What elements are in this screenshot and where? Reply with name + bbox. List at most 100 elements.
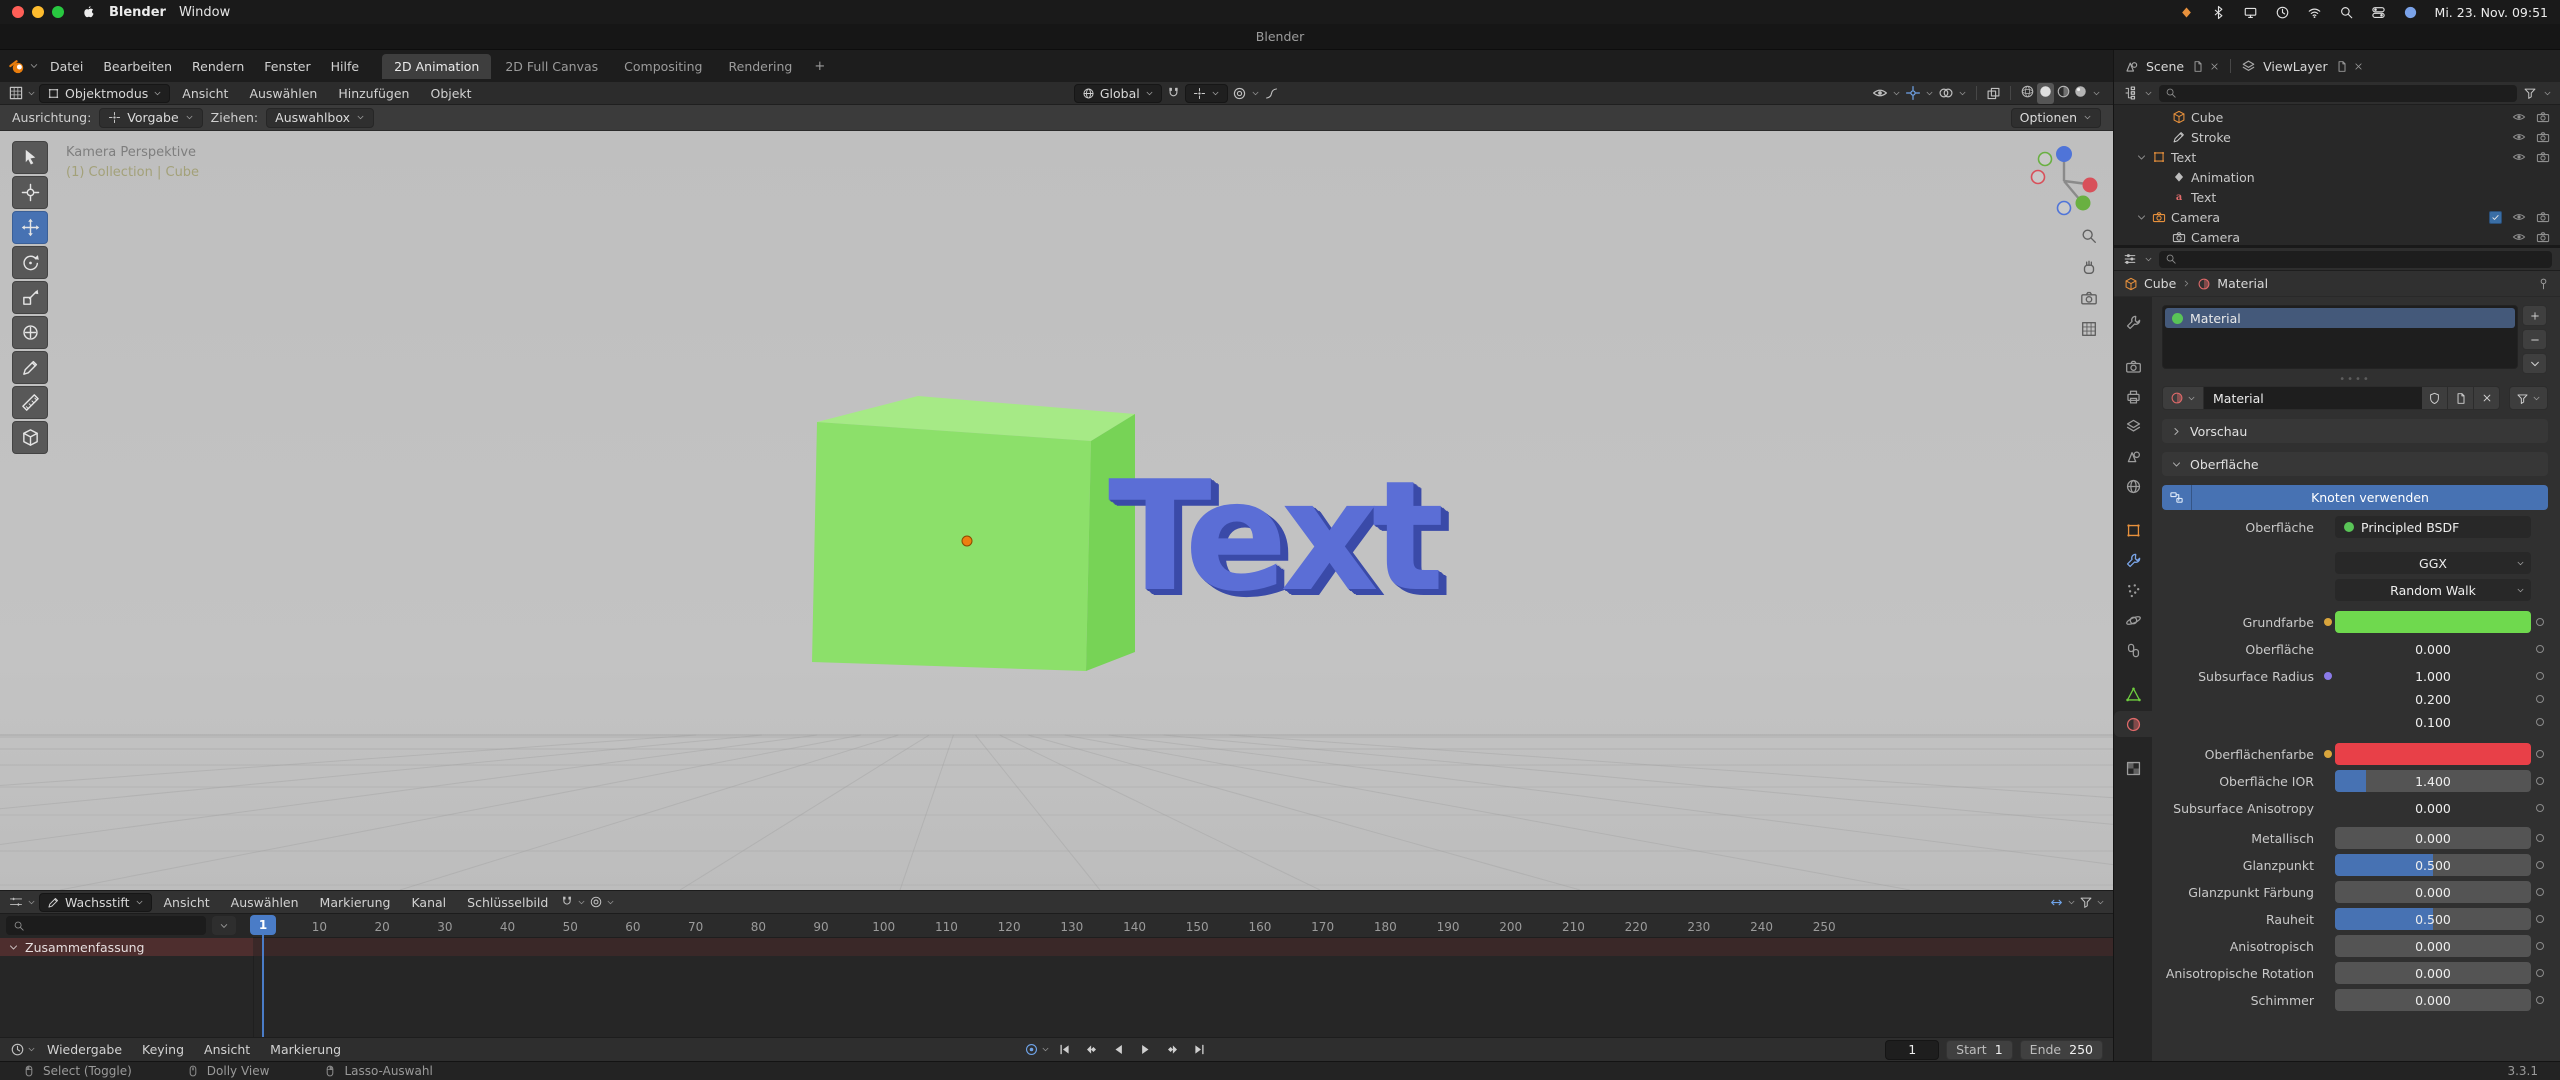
add-cube-tool[interactable] bbox=[12, 421, 48, 454]
dopesheet-area[interactable]: 1020304050607080901001101201301401501601… bbox=[0, 914, 2113, 1037]
window-titlebar[interactable]: Blender bbox=[0, 24, 2560, 50]
shading-solid-button[interactable] bbox=[2037, 83, 2054, 104]
editor-type-button[interactable] bbox=[8, 85, 24, 101]
outliner-item-label[interactable]: Camera bbox=[2191, 230, 2240, 245]
playhead-sync-button[interactable] bbox=[2049, 895, 2064, 910]
bluetooth-icon[interactable] bbox=[2211, 5, 2226, 20]
disable-in-render-toggle[interactable] bbox=[2536, 230, 2550, 244]
display-icon[interactable] bbox=[2243, 5, 2258, 20]
overlays-chevron[interactable] bbox=[1958, 89, 1967, 98]
field-subsurface-radius[interactable]: 1.000 bbox=[2335, 665, 2531, 687]
field-anisotropisch[interactable]: 0.000 bbox=[2335, 935, 2531, 957]
topbar-menu-hilfe[interactable]: Hilfe bbox=[322, 56, 368, 77]
expand-icon[interactable] bbox=[2136, 152, 2147, 163]
disable-in-render-toggle[interactable] bbox=[2536, 150, 2550, 164]
slot-specials-button[interactable] bbox=[2522, 353, 2547, 374]
dopesheet-menu-schl-sselbild[interactable]: Schlüsselbild bbox=[458, 892, 557, 913]
pin-id-button[interactable] bbox=[2537, 277, 2550, 290]
browse-material-button[interactable] bbox=[2162, 386, 2204, 410]
breadcrumb-item-material[interactable]: Material bbox=[2217, 276, 2268, 291]
decorate-dot[interactable] bbox=[2536, 996, 2544, 1004]
decorate-dot[interactable] bbox=[2536, 618, 2544, 626]
workspace-tab-compositing[interactable]: Compositing bbox=[612, 54, 714, 79]
decorate-dot[interactable] bbox=[2536, 861, 2544, 869]
disable-in-render-toggle[interactable] bbox=[2536, 210, 2550, 224]
prev-keyframe-button[interactable] bbox=[1079, 1040, 1104, 1060]
field-anisotropische-rotation[interactable]: 0.000 bbox=[2335, 962, 2531, 984]
hide-in-viewport-toggle[interactable] bbox=[2512, 110, 2526, 124]
start-frame-field[interactable]: Start1 bbox=[1946, 1040, 2013, 1060]
expand-icon[interactable] bbox=[2136, 212, 2147, 223]
shading-chevron[interactable] bbox=[2092, 89, 2101, 98]
navigation-gizmo[interactable] bbox=[2028, 145, 2100, 217]
next-keyframe-button[interactable] bbox=[1160, 1040, 1185, 1060]
outliner-item-label[interactable]: Text bbox=[2171, 150, 2196, 165]
unlink-material-button[interactable] bbox=[2474, 386, 2500, 410]
jump-to-start-button[interactable] bbox=[1052, 1040, 1077, 1060]
topbar-menu-datei[interactable]: Datei bbox=[41, 56, 92, 77]
decorate-dot[interactable] bbox=[2536, 750, 2544, 758]
apple-menu[interactable] bbox=[81, 5, 96, 20]
particles-tab[interactable] bbox=[2114, 577, 2152, 603]
editor-type-button[interactable] bbox=[10, 1042, 25, 1057]
move-tool[interactable] bbox=[12, 211, 48, 244]
cursor-tool[interactable] bbox=[12, 176, 48, 209]
panel-vorschau[interactable]: Vorschau bbox=[2162, 419, 2548, 443]
dopesheet-menu-ausw-hlen[interactable]: Auswählen bbox=[222, 892, 308, 913]
window-zoom-button[interactable] bbox=[52, 6, 64, 18]
drag-mode-dropdown[interactable]: Auswahlbox bbox=[266, 108, 374, 128]
filter-chevron[interactable] bbox=[2096, 898, 2105, 907]
new-viewlayer-button[interactable] bbox=[2335, 60, 2348, 73]
snap-settings[interactable] bbox=[1185, 84, 1228, 103]
playhead-tab[interactable]: 1 bbox=[250, 915, 276, 935]
control-center-icon[interactable] bbox=[2371, 5, 2386, 20]
timeline-ruler[interactable]: 1020304050607080901001101201301401501601… bbox=[253, 914, 2113, 938]
decorate-dot[interactable] bbox=[2536, 645, 2544, 653]
zoom-button[interactable] bbox=[2080, 227, 2098, 245]
outliner-row-text[interactable]: aText bbox=[2114, 187, 2560, 207]
snap-toggle[interactable] bbox=[1166, 86, 1181, 101]
editor-type-chevron[interactable] bbox=[27, 898, 36, 907]
outliner-item-label[interactable]: Cube bbox=[2191, 110, 2223, 125]
annotate-tool[interactable] bbox=[12, 351, 48, 384]
decorate-dot[interactable] bbox=[2536, 915, 2544, 923]
data-tab[interactable] bbox=[2114, 681, 2152, 707]
decorate-dot[interactable] bbox=[2536, 969, 2544, 977]
field-schimmer[interactable]: 0.000 bbox=[2335, 989, 2531, 1011]
play-reverse-button[interactable] bbox=[1106, 1040, 1131, 1060]
search-icon[interactable] bbox=[2339, 5, 2354, 20]
field-metallisch[interactable]: 0.000 bbox=[2335, 827, 2531, 849]
render-tab[interactable] bbox=[2114, 353, 2152, 379]
current-frame-field[interactable]: 1 bbox=[1885, 1040, 1939, 1060]
material-specials-menu[interactable] bbox=[2509, 386, 2548, 410]
sync-chevron[interactable] bbox=[2067, 898, 2076, 907]
playback-menu-keying[interactable]: Keying bbox=[133, 1039, 193, 1060]
physics-tab[interactable] bbox=[2114, 607, 2152, 633]
field-subsurface-anisotropy[interactable]: 0.000 bbox=[2335, 797, 2531, 819]
playback-menu-ansicht[interactable]: Ansicht bbox=[195, 1039, 259, 1060]
viewlayer-selector[interactable]: ViewLayer bbox=[2261, 59, 2330, 74]
clock-icon[interactable] bbox=[2275, 5, 2290, 20]
options-dropdown[interactable]: Optionen bbox=[2011, 108, 2101, 128]
viewlayer-tab[interactable] bbox=[2114, 413, 2152, 439]
breadcrumb-item-cube[interactable]: Cube bbox=[2144, 276, 2176, 291]
add-workspace-button[interactable]: + bbox=[806, 56, 833, 77]
decorate-dot[interactable] bbox=[2536, 804, 2544, 812]
decorate-dot[interactable] bbox=[2536, 888, 2544, 896]
list-resize-grip[interactable]: •••• bbox=[2162, 374, 2548, 384]
field-glanzpunkt[interactable]: 0.500 bbox=[2335, 854, 2531, 876]
show-overlays-button[interactable] bbox=[1938, 85, 1954, 101]
field-ggx[interactable]: GGX bbox=[2335, 552, 2531, 574]
show-visibility-button[interactable] bbox=[1872, 85, 1888, 101]
topbar-menu-rendern[interactable]: Rendern bbox=[183, 56, 253, 77]
window-minimize-button[interactable] bbox=[32, 6, 44, 18]
show-gizmo-button[interactable] bbox=[1905, 85, 1921, 101]
summary-expand-icon[interactable] bbox=[8, 942, 19, 953]
viewport-menu-objekt[interactable]: Objekt bbox=[421, 83, 480, 104]
texture-tab[interactable] bbox=[2114, 755, 2152, 781]
scene-selector[interactable]: Scene bbox=[2144, 59, 2186, 74]
filter-button[interactable] bbox=[2523, 86, 2537, 100]
remove-material-slot-button[interactable] bbox=[2522, 329, 2547, 350]
viewport-3d[interactable]: Text Kamera Perspektive (1) Collection |… bbox=[0, 131, 2113, 890]
scene-tab[interactable] bbox=[2114, 443, 2152, 469]
